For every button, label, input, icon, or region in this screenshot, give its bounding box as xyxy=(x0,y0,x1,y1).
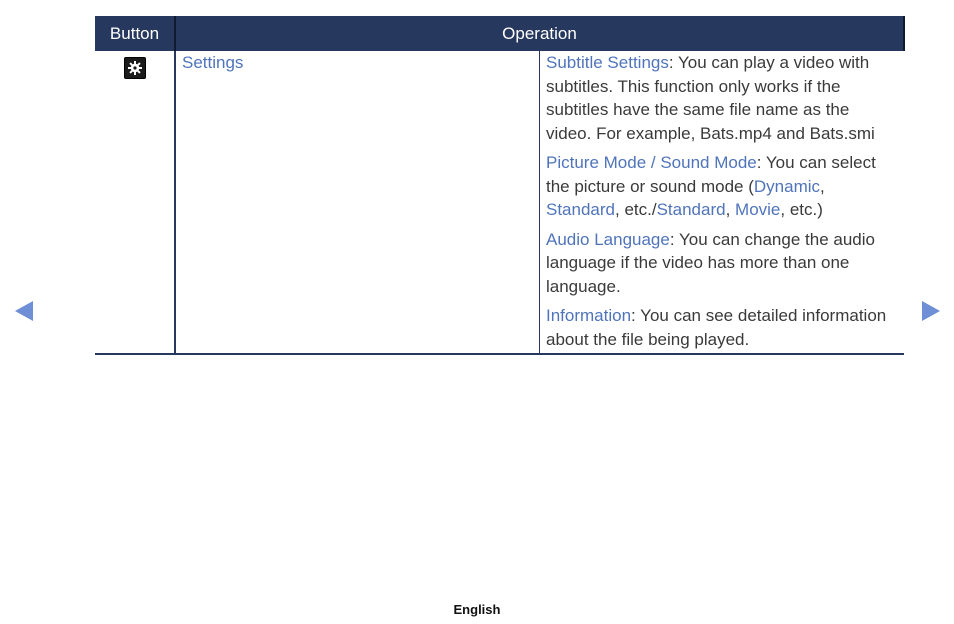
header-button: Button xyxy=(95,16,176,51)
audio-language-paragraph: Audio Language: You can change the audio… xyxy=(546,228,898,299)
audio-language-title: Audio Language xyxy=(546,229,670,249)
separator: , xyxy=(725,200,736,219)
previous-page-button[interactable] xyxy=(14,300,34,327)
option-movie: Movie xyxy=(735,200,781,219)
triangle-left-icon xyxy=(15,301,33,321)
picture-sound-mode-text-end: , etc.) xyxy=(780,200,823,219)
picture-sound-mode-paragraph: Picture Mode / Sound Mode: You can selec… xyxy=(546,151,898,222)
settings-label: Settings xyxy=(182,53,244,72)
subtitle-settings-paragraph: Subtitle Settings: You can play a video … xyxy=(546,51,898,145)
header-operation: Operation xyxy=(175,16,905,51)
table-header-row: Button Operation xyxy=(95,16,905,51)
operation-description-cell: Subtitle Settings: You can play a video … xyxy=(540,51,905,354)
button-cell xyxy=(95,51,176,354)
picture-sound-mode-title: Picture Mode / Sound Mode xyxy=(546,153,757,172)
table-row: Settings Subtitle Settings: You can play… xyxy=(95,51,904,354)
operation-table: Button Operation Settings Subtitle Setti… xyxy=(95,16,905,355)
information-title: Information xyxy=(546,306,632,325)
triangle-right-icon xyxy=(922,301,940,321)
next-page-button[interactable] xyxy=(921,300,941,327)
settings-name-cell: Settings xyxy=(175,51,540,354)
option-standard-picture: Standard xyxy=(546,200,615,219)
settings-gear-icon xyxy=(123,57,146,79)
footer-language: English xyxy=(453,602,501,617)
separator: , etc./ xyxy=(615,200,657,219)
separator: , xyxy=(820,176,825,196)
information-paragraph: Information: You can see detailed inform… xyxy=(546,304,898,351)
subtitle-settings-title: Subtitle Settings xyxy=(546,53,669,72)
option-dynamic: Dynamic xyxy=(753,176,821,196)
option-standard-sound: Standard xyxy=(656,200,726,219)
